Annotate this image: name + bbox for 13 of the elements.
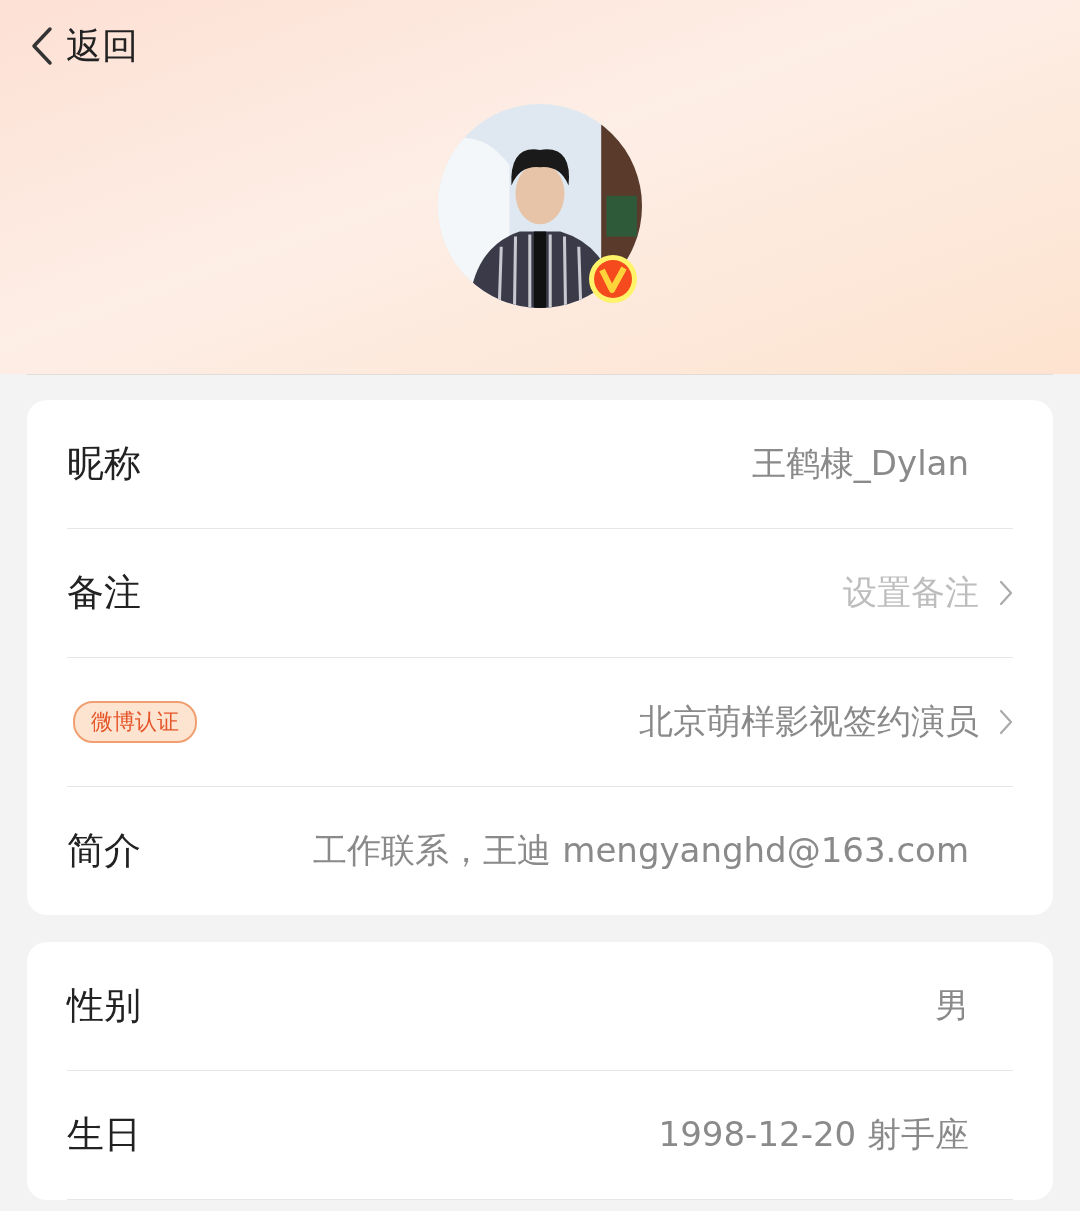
field-value: 1998-12-20 射手座: [657, 1113, 969, 1156]
field-value: 男: [934, 984, 969, 1027]
field-label: 生日: [67, 1112, 141, 1158]
field-label: 备注: [67, 570, 141, 616]
verification-badge: 微博认证: [73, 701, 197, 743]
field-label: 昵称: [67, 441, 141, 487]
field-value: 工作联系，王迪 mengyanghd@163.com: [312, 829, 969, 872]
field-label: 简介: [67, 828, 141, 874]
back-button[interactable]: 返回: [30, 21, 138, 71]
field-value: 王鹤棣_Dylan: [750, 442, 969, 485]
field-value: 北京萌样影视签约演员: [638, 700, 979, 743]
back-icon: [30, 26, 54, 66]
field-label: 性别: [67, 983, 141, 1029]
